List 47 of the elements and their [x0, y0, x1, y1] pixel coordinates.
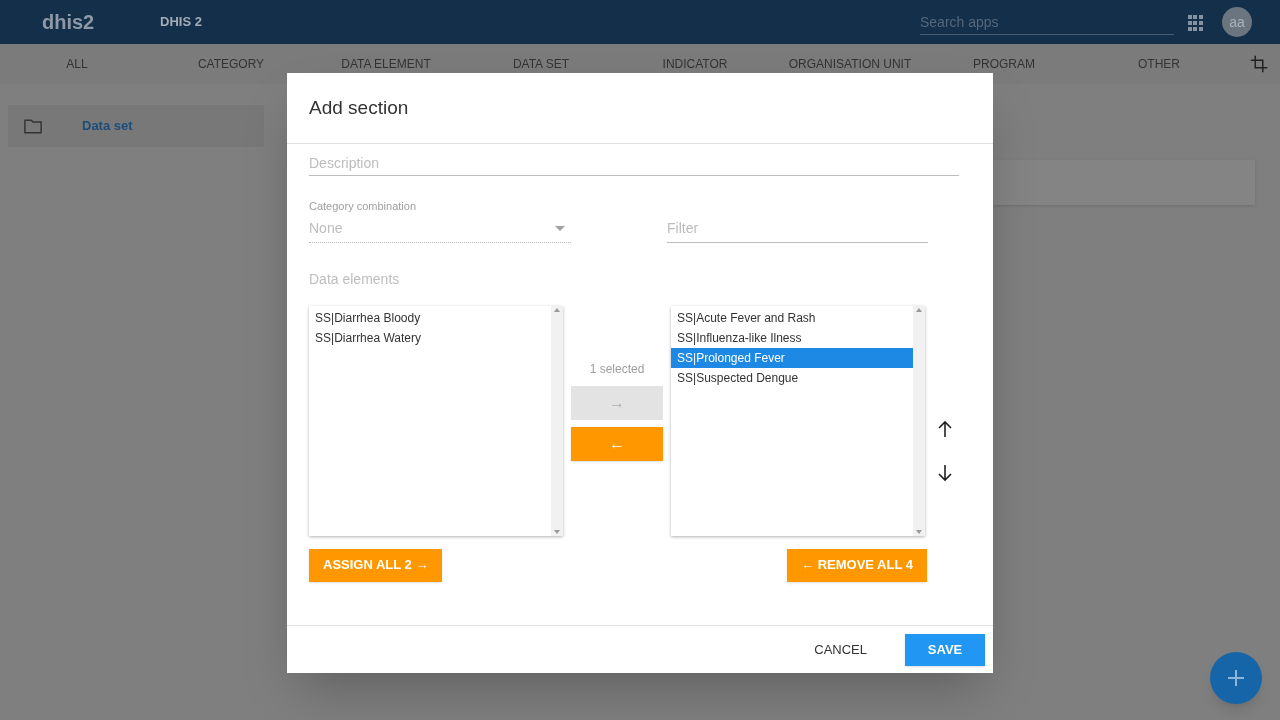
data-element-list[interactable]: SS|Diarrhea Bloody SS|Diarrhea Watery [309, 305, 563, 536]
sidebar-item[interactable]: Data set [8, 105, 264, 147]
scroll-down-icon[interactable] [916, 529, 922, 534]
remove-all-button[interactable]: ← REMOVE ALL 4 [787, 548, 927, 582]
category-combination-select[interactable]: None [309, 214, 571, 243]
scroll-up-icon[interactable] [554, 307, 560, 312]
plus-icon [1228, 670, 1244, 686]
move-button[interactable]: ← [571, 426, 663, 461]
save-button[interactable]: SAVE [905, 633, 985, 666]
add-button[interactable] [1210, 652, 1262, 704]
list-option[interactable]: SS|Suspected Dengue [671, 367, 913, 388]
list-option[interactable]: SS|Diarrhea Watery [309, 327, 551, 348]
category-tab[interactable]: DATA ELEMENT [341, 55, 431, 73]
category-tab[interactable]: ALL [66, 55, 88, 73]
assign-all-button[interactable]: ASSIGN ALL 2 → [309, 548, 443, 582]
filter-field[interactable]: Filter [667, 214, 928, 243]
move-up-icon[interactable] [937, 419, 953, 438]
move-down-icon[interactable] [937, 463, 953, 482]
crop-icon[interactable] [1250, 55, 1268, 73]
selection-count: 1 selected [588, 360, 646, 378]
scrollbar-track[interactable] [551, 305, 563, 536]
folder-icon [24, 118, 42, 134]
list-option[interactable]: SS|Diarrhea Bloody [309, 307, 551, 328]
section-label: Data elements [309, 269, 401, 289]
dropdown-caret-icon [555, 225, 565, 231]
avatar[interactable]: aa [1222, 7, 1252, 37]
category-tab[interactable]: INDICATOR [662, 55, 728, 73]
app-title: DHIS 2 [160, 13, 202, 32]
description-field[interactable]: Description [309, 150, 959, 176]
cancel-button[interactable]: CANCEL [800, 633, 881, 666]
category-tab[interactable]: CATEGORY [197, 55, 265, 73]
scrollbar-track[interactable] [913, 305, 925, 536]
apps-grid-icon[interactable] [1188, 15, 1202, 29]
scroll-down-icon[interactable] [554, 529, 560, 534]
field-label: Category combination [309, 199, 417, 214]
list-option[interactable]: SS|Prolonged Fever [671, 347, 913, 368]
list-option[interactable]: SS|Influenza-like Ilness [671, 327, 913, 348]
category-tab[interactable]: OTHER [1138, 55, 1180, 73]
category-tab[interactable]: DATA SET [512, 55, 570, 73]
list-option[interactable]: SS|Acute Fever and Rash [671, 307, 913, 328]
scroll-up-icon[interactable] [916, 307, 922, 312]
category-tab[interactable]: PROGRAM [973, 55, 1035, 73]
search-field[interactable]: Search apps [920, 9, 1174, 35]
data-element-list[interactable]: SS|Acute Fever and Rash SS|Influenza-like Ilness SS|Prolonged Fever SS|Suspected Dengue [671, 305, 925, 536]
logo[interactable]: dhis2 [42, 7, 160, 37]
dialog-title: Add section [309, 95, 409, 120]
category-tab[interactable]: ORGANISATION UNIT [788, 55, 912, 73]
